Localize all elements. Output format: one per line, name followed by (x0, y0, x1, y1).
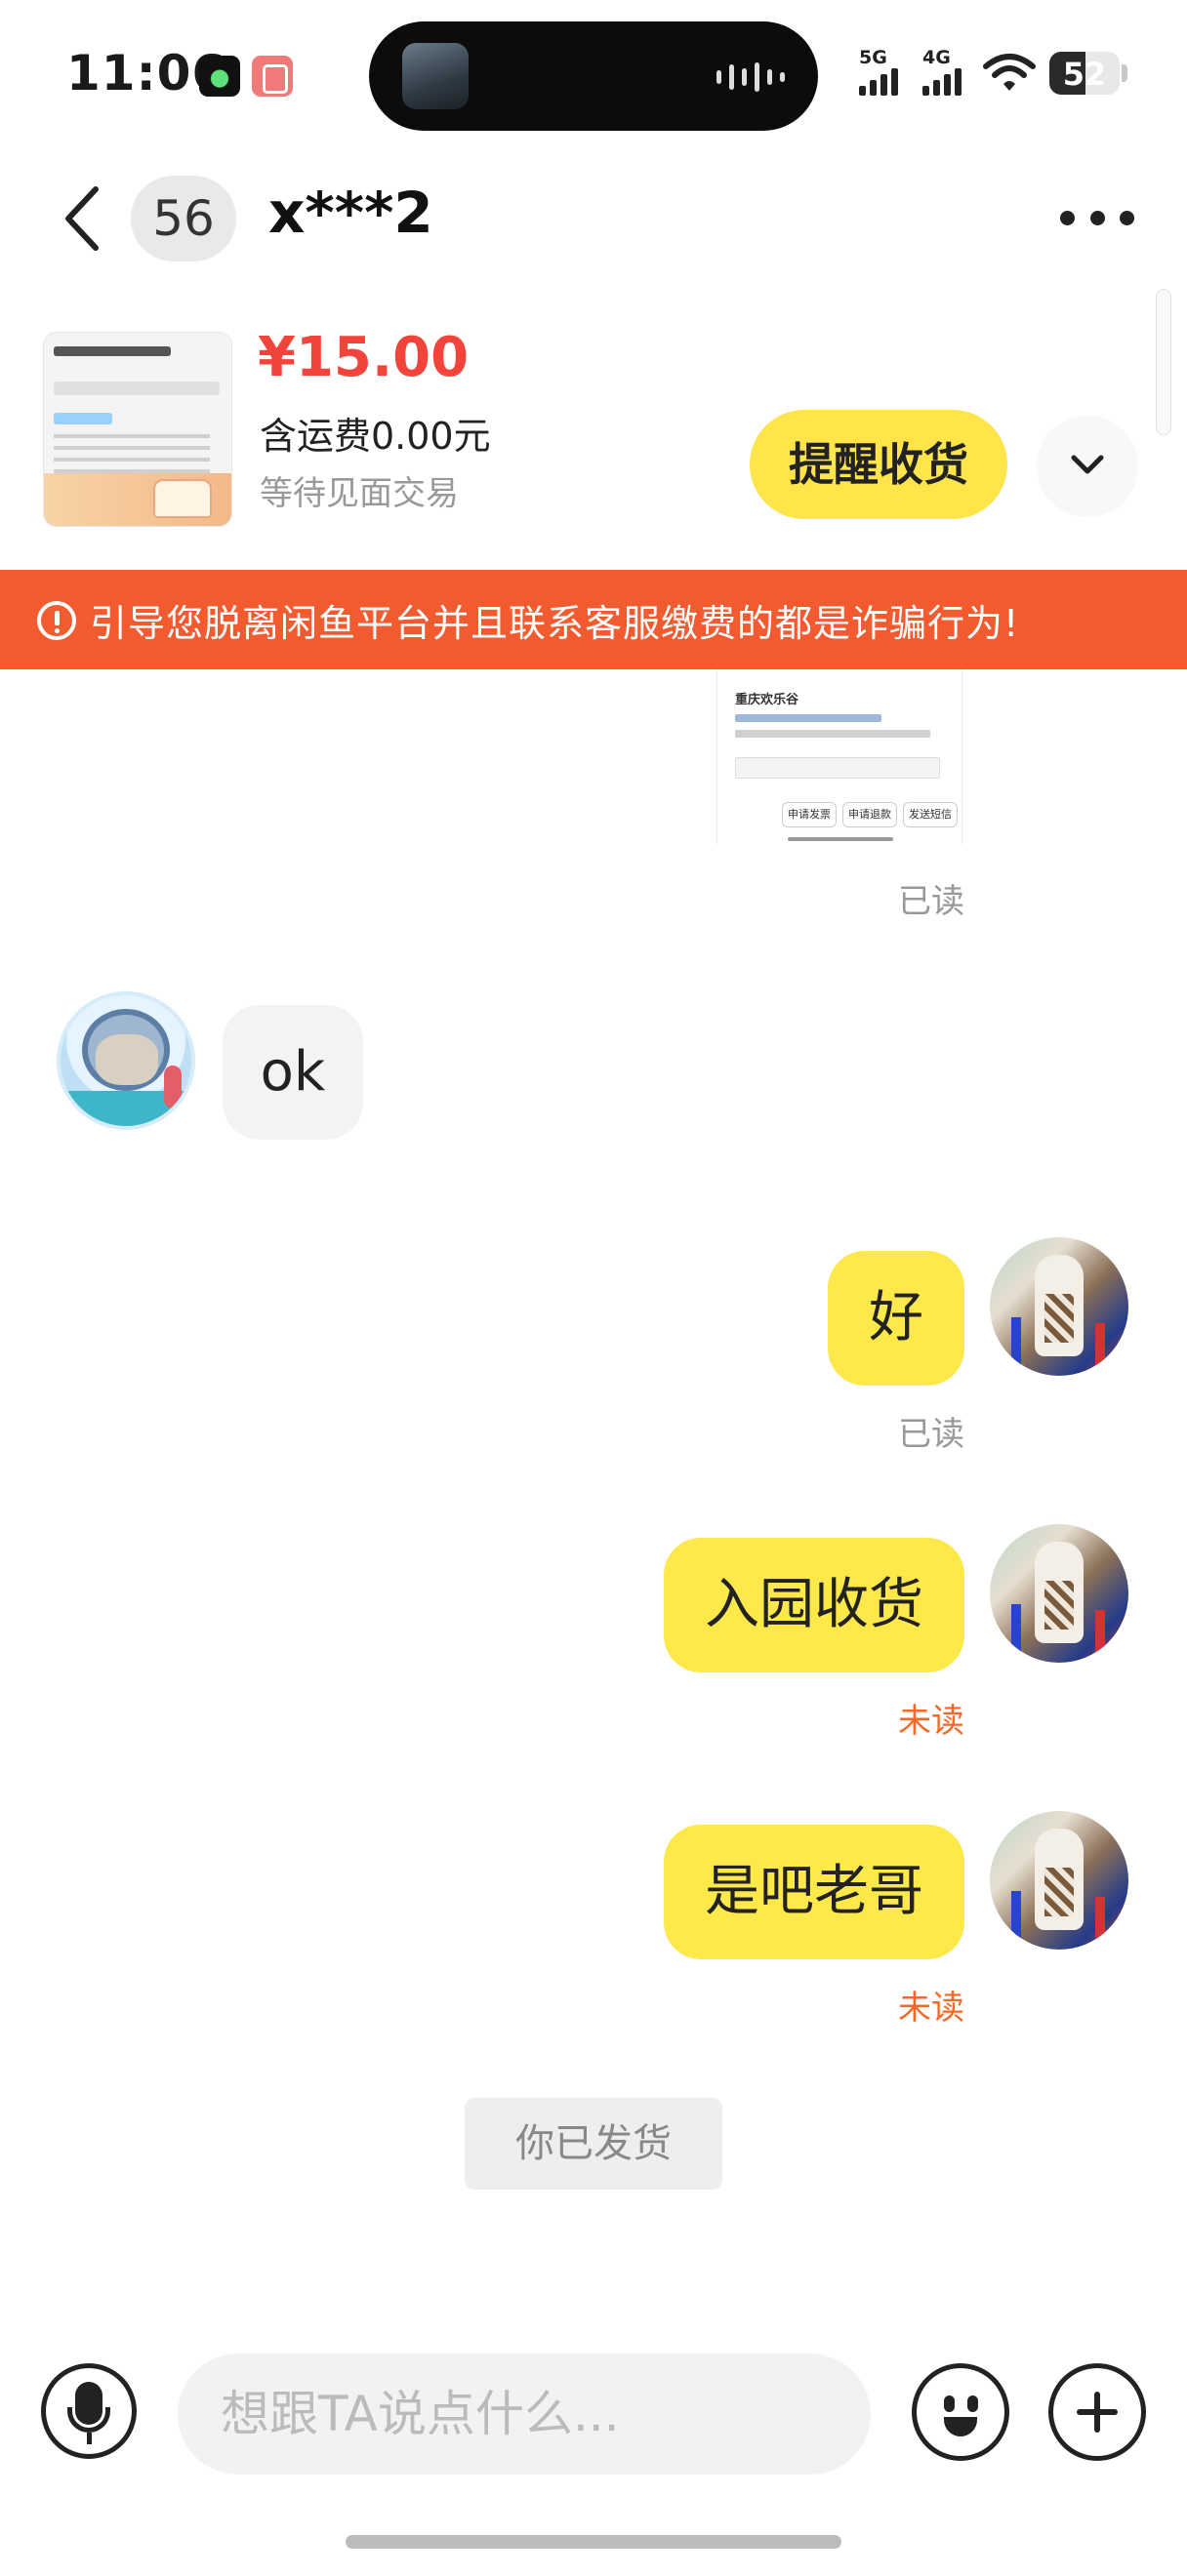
product-thumbnail[interactable] (43, 332, 232, 527)
remind-receipt-button[interactable]: 提醒收货 (750, 410, 1007, 519)
my-avatar[interactable] (990, 1237, 1128, 1376)
notes-app-icon (252, 56, 293, 97)
dynamic-island[interactable] (369, 21, 818, 131)
screenshot-button-2: 申请退款 (842, 802, 897, 827)
chevron-down-icon (1071, 455, 1104, 474)
my-avatar[interactable] (990, 1811, 1128, 1950)
emoji-icon (944, 2395, 955, 2412)
read-status: 已读 (898, 1415, 964, 1454)
fraud-warning-text: 引导您脱离闲鱼平台并且联系客服缴费的都是诈骗行为! (90, 602, 1020, 645)
status-bar: 11:06 5G 4G 52 (0, 0, 1187, 146)
battery-tip (1122, 64, 1127, 82)
voice-input-button[interactable] (41, 2363, 137, 2459)
order-status: 等待见面交易 (260, 474, 459, 513)
my-avatar[interactable] (990, 1524, 1128, 1663)
signal-5g-label: 5G (859, 47, 887, 68)
read-status: 已读 (898, 882, 964, 921)
battery-icon: 52 (1049, 52, 1120, 95)
system-notice: 你已发货 (465, 2098, 722, 2190)
product-card[interactable]: ¥15.00 含运费0.00元 等待见面交易 提醒收货 (0, 322, 1187, 566)
more-options-icon[interactable] (1060, 211, 1134, 226)
shipping-info: 含运费0.00元 (260, 415, 491, 458)
partner-avatar[interactable] (57, 991, 195, 1130)
product-price: ¥15.00 (258, 326, 470, 389)
signal-4g-label: 4G (922, 47, 951, 68)
chat-partner-name: x***2 (268, 180, 433, 246)
screenshot-image-message[interactable]: 重庆欢乐谷 申请发票 申请退款 发送短信 (716, 669, 962, 845)
audio-wave-icon (716, 62, 785, 92)
expand-button[interactable] (1037, 416, 1138, 517)
message-input[interactable] (178, 2354, 871, 2475)
screenshot-button-1: 申请发票 (782, 802, 837, 827)
warning-icon (37, 601, 76, 640)
scrollbar[interactable] (1156, 289, 1171, 435)
music-app-icon (199, 56, 240, 97)
screenshot-button-3: 发送短信 (903, 802, 958, 827)
emoji-button[interactable] (912, 2363, 1009, 2461)
home-indicator[interactable] (346, 2535, 841, 2549)
unread-status: 未读 (898, 1702, 964, 1741)
back-icon[interactable] (57, 183, 107, 254)
wifi-icon (983, 54, 1036, 91)
fraud-warning-banner: 引导您脱离闲鱼平台并且联系客服缴费的都是诈骗行为! (0, 570, 1187, 669)
battery-level: 52 (1062, 56, 1107, 93)
unread-status: 未读 (898, 1989, 964, 2028)
screenshot-place-name: 重庆欢乐谷 (735, 693, 799, 707)
message-bubble-outgoing[interactable]: 是吧老哥 (664, 1825, 964, 1959)
album-art-icon (402, 43, 469, 109)
message-bubble-outgoing[interactable]: 好 (828, 1251, 964, 1386)
chat-header: 56 x***2 (0, 166, 1187, 273)
message-bubble-outgoing[interactable]: 入园收货 (664, 1538, 964, 1672)
message-bubble-incoming[interactable]: ok (223, 1005, 363, 1140)
unread-count-badge[interactable]: 56 (131, 176, 236, 262)
add-attachment-button[interactable] (1048, 2363, 1146, 2461)
message-composer (0, 2342, 1187, 2478)
